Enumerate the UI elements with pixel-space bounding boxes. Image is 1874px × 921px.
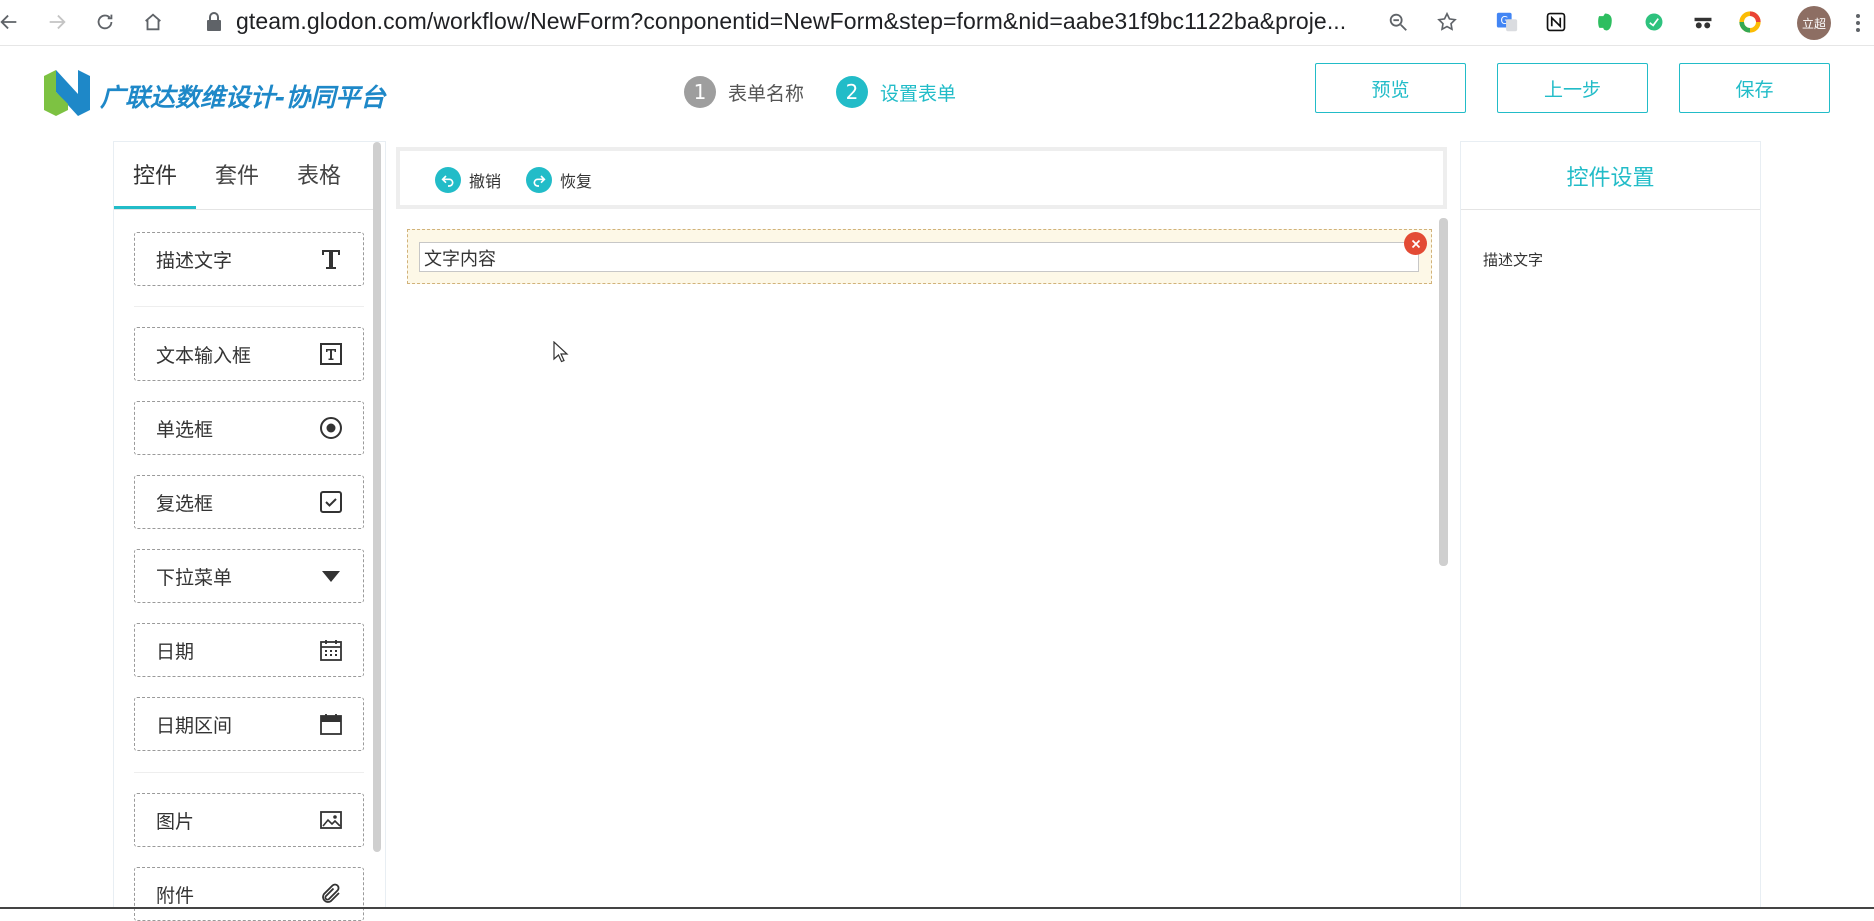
widget-text-input[interactable]: 文本输入框 bbox=[134, 327, 364, 381]
home-icon[interactable] bbox=[138, 7, 168, 37]
undo-button[interactable]: 撤销 bbox=[435, 167, 501, 193]
forward-icon[interactable] bbox=[42, 7, 72, 37]
mouse-cursor-icon bbox=[553, 341, 569, 363]
widget-label: 附件 bbox=[156, 884, 195, 907]
tab-tables[interactable]: 表格 bbox=[297, 158, 341, 190]
step-setup-form[interactable]: 2 设置表单 bbox=[836, 76, 956, 108]
previous-step-button[interactable]: 上一步 bbox=[1497, 63, 1648, 113]
browser-menu-icon[interactable] bbox=[1848, 8, 1868, 38]
widget-panel: 控件 套件 表格 描述文字 文本输入框 单选框 复选框 下拉菜单 日期 日期区间… bbox=[113, 141, 386, 921]
widget-attachment[interactable]: 附件 bbox=[134, 867, 364, 921]
bookmark-star-icon[interactable] bbox=[1434, 9, 1460, 35]
widget-label: 图片 bbox=[156, 810, 195, 833]
widget-radio[interactable]: 单选框 bbox=[134, 401, 364, 455]
redo-icon bbox=[526, 167, 552, 193]
translate-extension-icon[interactable]: G bbox=[1494, 9, 1520, 35]
incognito-extension-icon[interactable] bbox=[1690, 9, 1716, 35]
active-tab-indicator bbox=[114, 206, 196, 209]
colorful-ring-extension-icon[interactable] bbox=[1737, 9, 1763, 35]
glodon-logo-icon bbox=[44, 70, 90, 116]
zoom-icon[interactable] bbox=[1385, 9, 1411, 35]
platform-title: 广联达数维设计-协同平台 bbox=[100, 83, 386, 112]
text-t-icon bbox=[322, 250, 340, 269]
evernote-extension-icon[interactable] bbox=[1592, 9, 1618, 35]
canvas-scrollbar[interactable] bbox=[1439, 218, 1448, 566]
editor-toolbar: 撤销 恢复 bbox=[396, 147, 1447, 209]
redo-button[interactable]: 恢复 bbox=[526, 167, 592, 193]
step-number: 2 bbox=[836, 76, 868, 108]
widget-description-text[interactable]: 描述文字 bbox=[134, 232, 364, 286]
close-icon bbox=[1411, 239, 1420, 248]
widget-label: 文本输入框 bbox=[156, 344, 252, 367]
address-bar[interactable]: gteam.glodon.com/workflow/NewForm?conpon… bbox=[236, 8, 1346, 35]
widget-date-range[interactable]: 日期区间 bbox=[134, 697, 364, 751]
paperclip-icon bbox=[322, 883, 340, 903]
calendar-icon bbox=[320, 640, 342, 661]
step-form-name[interactable]: 1 表单名称 bbox=[684, 76, 804, 108]
back-icon[interactable] bbox=[0, 7, 24, 37]
settings-title: 控件设置 bbox=[1461, 142, 1760, 210]
widget-divider bbox=[134, 772, 364, 773]
green-extension-icon[interactable] bbox=[1641, 9, 1667, 35]
widget-dropdown[interactable]: 下拉菜单 bbox=[134, 549, 364, 603]
calendar-range-icon bbox=[320, 714, 342, 735]
widget-checkbox[interactable]: 复选框 bbox=[134, 475, 364, 529]
step-label: 设置表单 bbox=[880, 82, 957, 105]
widget-label: 日期区间 bbox=[156, 714, 233, 737]
image-icon bbox=[320, 811, 342, 829]
description-text-field[interactable]: 文字内容 bbox=[419, 242, 1419, 272]
step-number: 1 bbox=[684, 76, 716, 108]
dropdown-triangle-icon bbox=[322, 571, 340, 582]
control-settings-panel: 控件设置 描述文字 bbox=[1460, 141, 1761, 909]
reload-icon[interactable] bbox=[90, 7, 120, 37]
step-label: 表单名称 bbox=[728, 82, 805, 105]
text-box-icon bbox=[320, 343, 342, 365]
radio-icon bbox=[320, 417, 342, 439]
checkbox-icon bbox=[320, 491, 342, 513]
widget-date[interactable]: 日期 bbox=[134, 623, 364, 677]
save-button[interactable]: 保存 bbox=[1679, 63, 1830, 113]
widget-label: 描述文字 bbox=[156, 249, 233, 272]
delete-field-button[interactable] bbox=[1404, 232, 1427, 255]
tab-controls[interactable]: 控件 bbox=[133, 158, 177, 190]
widget-label: 下拉菜单 bbox=[156, 566, 233, 589]
widget-divider bbox=[134, 306, 364, 307]
preview-button[interactable]: 预览 bbox=[1315, 63, 1466, 113]
widget-label: 复选框 bbox=[156, 492, 214, 515]
undo-label: 撤销 bbox=[469, 172, 502, 191]
settings-control-type: 描述文字 bbox=[1483, 251, 1544, 269]
widget-label: 日期 bbox=[156, 640, 195, 663]
undo-icon bbox=[435, 167, 461, 193]
redo-label: 恢复 bbox=[560, 172, 593, 191]
form-canvas[interactable] bbox=[396, 214, 1451, 909]
lock-icon bbox=[207, 12, 221, 31]
widget-tabs: 控件 套件 表格 bbox=[114, 142, 375, 210]
browser-toolbar: gteam.glodon.com/workflow/NewForm?conpon… bbox=[0, 0, 1874, 46]
profile-avatar[interactable]: 立超 bbox=[1797, 6, 1831, 40]
tab-suites[interactable]: 套件 bbox=[215, 158, 259, 190]
widget-image[interactable]: 图片 bbox=[134, 793, 364, 847]
widget-label: 单选框 bbox=[156, 418, 214, 441]
notion-extension-icon[interactable] bbox=[1543, 9, 1569, 35]
widget-panel-scrollbar[interactable] bbox=[373, 142, 381, 852]
